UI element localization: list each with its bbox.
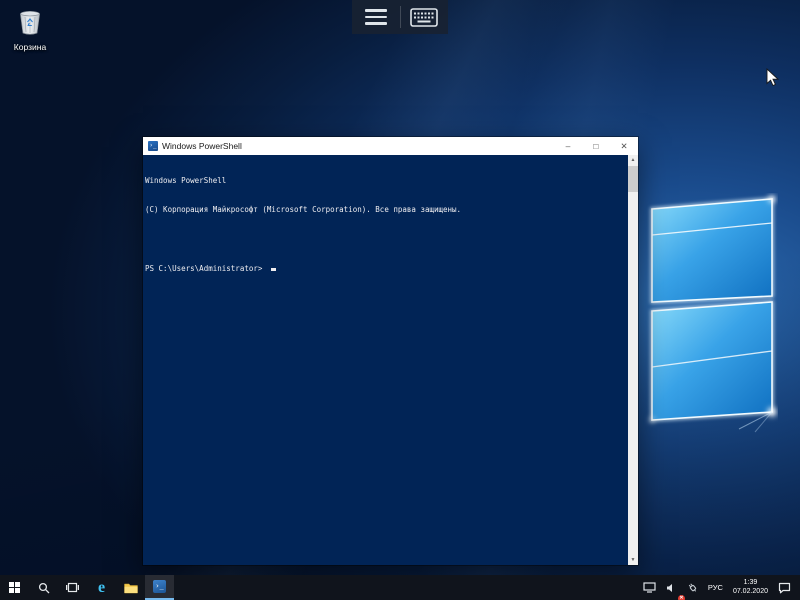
console-line xyxy=(145,234,626,244)
network-tray-button[interactable] xyxy=(638,575,661,600)
window-controls: – □ ✕ xyxy=(554,137,638,155)
virtual-keyboard-button[interactable] xyxy=(401,0,449,34)
vm-console-toolbar xyxy=(352,0,448,34)
task-view-button[interactable] xyxy=(58,575,87,600)
clock[interactable]: 1:39 07.02.2020 xyxy=(728,575,773,600)
recycle-bin-label: Корзина xyxy=(6,42,54,52)
maximize-button[interactable]: □ xyxy=(582,137,610,155)
language-indicator[interactable]: РУС xyxy=(703,575,728,600)
taskbar-powershell-button[interactable]: ›_ xyxy=(145,575,174,600)
close-button[interactable]: ✕ xyxy=(610,137,638,155)
task-view-icon xyxy=(66,582,79,593)
language-label: РУС xyxy=(708,583,723,592)
scroll-up-button[interactable]: ▲ xyxy=(628,155,638,165)
console-line: Windows PowerShell xyxy=(145,176,626,186)
console-output: Windows PowerShell (C) Корпорация Майкро… xyxy=(145,156,626,565)
scroll-down-button[interactable]: ▼ xyxy=(628,555,638,565)
hardware-tray-button[interactable] xyxy=(682,575,703,600)
plug-icon xyxy=(687,582,698,593)
clock-time: 1:39 xyxy=(733,579,768,588)
console-line: (C) Корпорация Майкрософт (Microsoft Cor… xyxy=(145,205,626,215)
network-display-icon xyxy=(643,582,656,593)
internet-explorer-icon: e xyxy=(98,580,105,596)
desktop: Корзина ›_ Windows PowerShell xyxy=(0,0,800,600)
file-explorer-button[interactable] xyxy=(116,575,145,600)
clock-date: 07.02.2020 xyxy=(733,588,768,597)
hamburger-menu-icon xyxy=(365,9,387,25)
taskbar: e ›_ ✕ xyxy=(0,575,800,600)
powershell-titlebar[interactable]: ›_ Windows PowerShell – □ ✕ xyxy=(143,137,638,155)
window-title: Windows PowerShell xyxy=(162,141,242,151)
menu-button[interactable] xyxy=(352,0,400,34)
console-scrollbar[interactable]: ▲ ▼ xyxy=(628,155,638,565)
mute-badge-icon: ✕ xyxy=(678,595,685,600)
keyboard-icon xyxy=(410,8,438,27)
internet-explorer-button[interactable]: e xyxy=(87,575,116,600)
text-cursor xyxy=(271,268,276,271)
action-center-button[interactable] xyxy=(773,575,796,600)
powershell-title-icon: ›_ xyxy=(148,141,158,151)
speaker-muted-icon xyxy=(666,583,677,593)
recycle-bin-icon xyxy=(17,8,43,35)
windows-logo-wallpaper xyxy=(643,193,778,433)
console-prompt: PS C:\Users\Administrator> xyxy=(145,264,267,273)
powershell-taskbar-icon: ›_ xyxy=(153,580,166,593)
volume-tray-button[interactable]: ✕ xyxy=(661,575,682,600)
scrollbar-thumb[interactable] xyxy=(628,166,638,192)
start-button[interactable] xyxy=(0,575,29,600)
minimize-button[interactable]: – xyxy=(554,137,582,155)
system-tray: ✕ РУС 1:39 07.02.2020 xyxy=(638,575,800,600)
console-prompt-line: PS C:\Users\Administrator> xyxy=(145,264,626,274)
windows-start-icon xyxy=(9,582,20,593)
action-center-icon xyxy=(778,582,791,594)
desktop-icon-recycle-bin[interactable]: Корзина xyxy=(6,8,54,52)
search-button[interactable] xyxy=(29,575,58,600)
powershell-window: ›_ Windows PowerShell – □ ✕ Windows Powe… xyxy=(143,137,638,565)
file-explorer-icon xyxy=(124,582,138,594)
console-area[interactable]: Windows PowerShell (C) Корпорация Майкро… xyxy=(143,155,638,565)
search-icon xyxy=(38,582,50,594)
